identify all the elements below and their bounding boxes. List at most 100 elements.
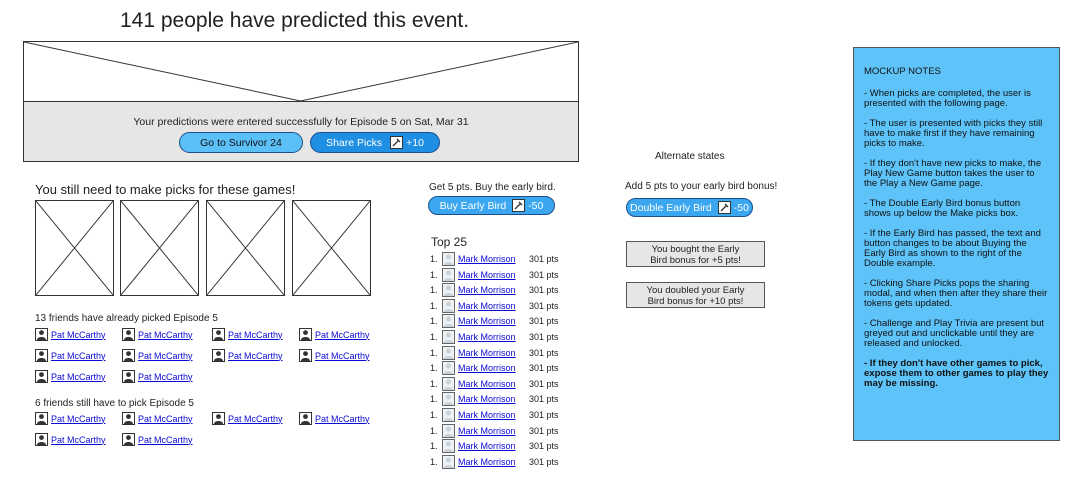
friend-name-link[interactable]: Pat McCarthy xyxy=(138,414,193,424)
token-icon xyxy=(512,199,526,212)
share-bonus: +10 xyxy=(406,136,424,149)
leaderboard-row: 1. Mark Morrison 301 pts xyxy=(430,408,559,422)
friend-name-link[interactable]: Pat McCarthy xyxy=(51,414,106,424)
game-card[interactable] xyxy=(206,200,285,296)
friend-name-link[interactable]: Pat McCarthy xyxy=(228,351,283,361)
doubled-line-2: Bird bonus for +10 pts! xyxy=(647,296,744,307)
leaderboard-row: 1. Mark Morrison 301 pts xyxy=(430,454,559,469)
game-card[interactable] xyxy=(292,200,371,296)
rank: 1. xyxy=(430,285,438,296)
avatar-icon xyxy=(212,349,225,362)
leaderboard-row: 1. Mark Morrison 301 pts xyxy=(430,439,559,454)
rank: 1. xyxy=(430,347,438,358)
user-avatar-icon xyxy=(442,454,455,469)
avatar-icon xyxy=(35,433,48,446)
buy-early-bird-button[interactable]: Buy Early Bird -50 xyxy=(428,196,555,215)
leader-name-link[interactable]: Mark Morrison xyxy=(458,379,516,389)
points: 301 pts xyxy=(529,425,559,436)
user-avatar-icon xyxy=(442,423,455,438)
rank: 1. xyxy=(430,441,438,452)
go-to-survivor-button[interactable]: Go to Survivor 24 xyxy=(179,132,303,153)
user-avatar-icon xyxy=(442,439,455,454)
leader-name-link[interactable]: Mark Morrison xyxy=(458,301,516,311)
friend-name-link[interactable]: Pat McCarthy xyxy=(138,330,193,340)
token-icon xyxy=(390,136,404,149)
friend-item: Pat McCarthy xyxy=(35,433,106,446)
points: 301 pts xyxy=(529,269,559,280)
early-bird-cost: -50 xyxy=(528,199,544,212)
leader-name-link[interactable]: Mark Morrison xyxy=(458,332,516,342)
friend-name-link[interactable]: Pat McCarthy xyxy=(315,330,370,340)
doubled-line-1: You doubled your Early xyxy=(646,285,745,296)
leader-name-link[interactable]: Mark Morrison xyxy=(458,270,516,280)
rank: 1. xyxy=(430,394,438,405)
leader-name-link[interactable]: Mark Morrison xyxy=(458,410,516,420)
user-avatar-icon xyxy=(442,298,455,313)
friend-item: Pat McCarthy xyxy=(35,412,106,425)
bought-early-bird-message: You bought the Early Bird bonus for +5 p… xyxy=(626,241,765,267)
friend-name-link[interactable]: Pat McCarthy xyxy=(315,351,370,361)
leader-name-link[interactable]: Mark Morrison xyxy=(458,285,516,295)
avatar-icon xyxy=(299,349,312,362)
leader-name-link[interactable]: Mark Morrison xyxy=(458,316,516,326)
friend-name-link[interactable]: Pat McCarthy xyxy=(51,330,106,340)
user-avatar-icon xyxy=(442,392,455,407)
double-early-bird-prompt: Add 5 pts to your early bird bonus! xyxy=(625,181,778,192)
user-avatar-icon xyxy=(442,252,455,266)
points: 301 pts xyxy=(529,363,559,374)
game-card[interactable] xyxy=(35,200,114,296)
note-item: - Challenge and Play Trivia are present … xyxy=(864,318,1045,349)
user-avatar-icon xyxy=(442,283,455,298)
leader-name-link[interactable]: Mark Morrison xyxy=(458,426,516,436)
rank: 1. xyxy=(430,378,438,389)
user-avatar-icon xyxy=(442,267,455,282)
share-picks-label: Share Picks xyxy=(326,136,383,149)
doubled-early-bird-message: You doubled your Early Bird bonus for +1… xyxy=(626,282,765,308)
friend-item: Pat McCarthy xyxy=(122,370,193,383)
leaderboard-row: 1. Mark Morrison 301 pts xyxy=(430,376,559,391)
friend-item: Pat McCarthy xyxy=(212,349,283,362)
user-avatar-icon xyxy=(442,330,455,344)
leader-name-link[interactable]: Mark Morrison xyxy=(458,457,516,467)
user-avatar-icon xyxy=(442,345,455,360)
leaderboard-row: 1. Mark Morrison 301 pts xyxy=(430,267,559,282)
leader-name-link[interactable]: Mark Morrison xyxy=(458,254,516,264)
mockup-notes: MOCKUP NOTES - When picks are completed,… xyxy=(853,47,1060,441)
early-bird-prompt: Get 5 pts. Buy the early bird. xyxy=(429,182,556,193)
friend-name-link[interactable]: Pat McCarthy xyxy=(228,414,283,424)
leaderboard-row: 1. Mark Morrison 301 pts xyxy=(430,392,559,407)
note-item: - If they don't have new picks to make, … xyxy=(864,158,1042,189)
user-avatar-icon xyxy=(442,314,455,329)
leader-name-link[interactable]: Mark Morrison xyxy=(458,441,516,451)
friend-name-link[interactable]: Pat McCarthy xyxy=(138,372,193,382)
friend-name-link[interactable]: Pat McCarthy xyxy=(315,414,370,424)
leaderboard-row: 1. Mark Morrison 301 pts xyxy=(430,423,559,438)
leader-name-link[interactable]: Mark Morrison xyxy=(458,363,516,373)
leaderboard-row: 1. Mark Morrison 301 pts xyxy=(430,283,559,298)
friend-name-link[interactable]: Pat McCarthy xyxy=(51,372,106,382)
friend-item: Pat McCarthy xyxy=(122,328,193,341)
friend-name-link[interactable]: Pat McCarthy xyxy=(138,351,193,361)
friend-name-link[interactable]: Pat McCarthy xyxy=(138,435,193,445)
leaderboard-row: 1. Mark Morrison 301 pts xyxy=(430,298,559,313)
share-picks-button[interactable]: Share Picks +10 xyxy=(310,132,440,153)
leader-name-link[interactable]: Mark Morrison xyxy=(458,348,516,358)
games-title: You still need to make picks for these g… xyxy=(35,182,296,197)
leader-name-link[interactable]: Mark Morrison xyxy=(458,394,516,404)
friend-name-link[interactable]: Pat McCarthy xyxy=(51,435,106,445)
double-early-bird-button[interactable]: Double Early Bird -50 xyxy=(626,198,753,217)
friend-name-link[interactable]: Pat McCarthy xyxy=(228,330,283,340)
rank: 1. xyxy=(430,425,438,436)
game-card[interactable] xyxy=(120,200,199,296)
friend-name-link[interactable]: Pat McCarthy xyxy=(51,351,106,361)
points: 301 pts xyxy=(529,316,559,327)
friend-item: Pat McCarthy xyxy=(212,328,283,341)
avatar-icon xyxy=(122,412,135,425)
avatar-icon xyxy=(122,370,135,383)
alternate-states-title: Alternate states xyxy=(655,151,725,162)
leaderboard-row: 1. Mark Morrison 301 pts xyxy=(430,361,559,376)
friend-item: Pat McCarthy xyxy=(122,412,193,425)
avatar-icon xyxy=(122,433,135,446)
points: 301 pts xyxy=(529,332,559,342)
notes-heading: MOCKUP NOTES xyxy=(864,66,941,77)
